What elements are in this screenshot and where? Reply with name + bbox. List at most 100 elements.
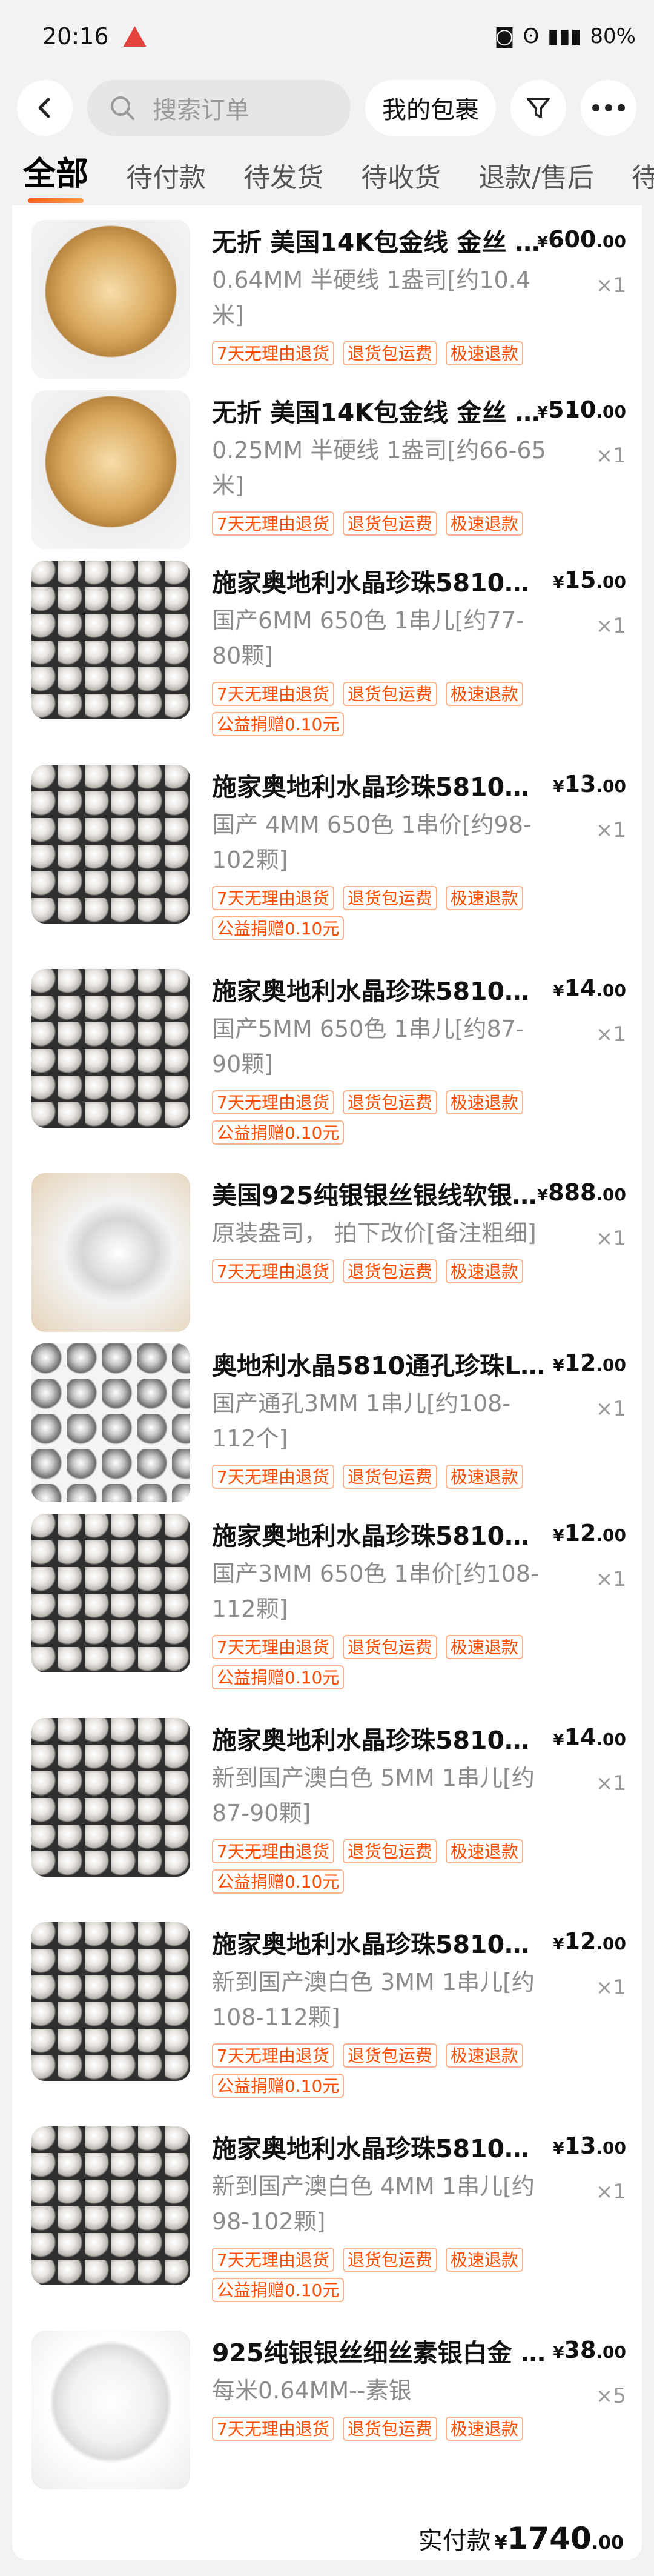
service-tag: 公益捐赠0.10元 (212, 1869, 345, 1894)
product-title[interactable]: 施家奥地利水晶珍珠5810通孔珍珠 (212, 567, 551, 599)
service-tags: 7天无理由退货 退货包运费 极速退款 (212, 1259, 551, 1283)
product-quantity: ×1 (595, 273, 626, 298)
service-tag: 极速退款 (445, 682, 523, 706)
service-tag: 极速退款 (445, 511, 523, 536)
search-input[interactable]: 搜索订单 (87, 79, 351, 136)
product-title[interactable]: 奥地利水晶5810通孔珍珠Light Grey (212, 1350, 551, 1382)
search-placeholder: 搜索订单 (153, 96, 249, 124)
service-tag: 退货包运费 (342, 2417, 437, 2441)
service-tag: 极速退款 (445, 341, 523, 365)
service-tag: 7天无理由退货 (212, 2248, 334, 2272)
product-info: 925纯银银丝细丝素银白金 项链 每米0.64MM--素银 7天无理由退货 退货包运费… (212, 2323, 551, 2494)
product-image[interactable] (31, 1343, 190, 1502)
order-item[interactable]: 施家奥地利水晶珍珠5810通孔珍珠新到国产澳白色 4MM 1串儿[约98-102… (12, 2119, 642, 2323)
order-item[interactable]: 施家奥地利水晶珍珠5810通孔珍珠国产6MM 650色 1串儿[约77-80颗]… (12, 553, 642, 757)
product-price: ¥600.00 (537, 226, 626, 253)
product-info: 施家奥地利水晶珍珠5810通孔珍珠国产3MM 650色 1串价[约108-112… (212, 1506, 551, 1711)
product-image[interactable] (31, 2126, 190, 2285)
product-spec: 0.64MM 半硬线 1盎司[约10.4米] (212, 267, 530, 328)
product-title[interactable]: 施家奥地利水晶珍珠5810通孔珍珠 (212, 1724, 551, 1757)
service-tags: 7天无理由退货 退货包运费 极速退款 公益捐赠0.10元 (212, 1090, 551, 1145)
service-tag: 极速退款 (445, 1465, 523, 1489)
product-spec: 0.25MM 半硬线 1盎司[约66-65米] (212, 437, 546, 499)
product-title[interactable]: 无折 美国14K包金线 金丝 绕线 (212, 396, 551, 429)
more-button[interactable] (581, 79, 636, 136)
product-image[interactable] (31, 561, 190, 719)
service-tag: 退货包运费 (342, 341, 437, 365)
product-image[interactable] (31, 1922, 190, 2081)
filter-icon (527, 97, 550, 118)
product-info: 施家奥地利水晶珍珠5810通孔珍珠新到国产澳白色 5MM 1串儿[约87-90颗… (212, 1711, 551, 1915)
product-quantity: ×1 (595, 1022, 626, 1047)
product-title[interactable]: 施家奥地利水晶珍珠5810通孔珍珠 (212, 975, 551, 1008)
order-item[interactable]: 施家奥地利水晶珍珠5810通孔珍珠新到国产澳白色 3MM 1串儿[约108-11… (12, 1915, 642, 2119)
total-label: 实付款 (418, 2527, 491, 2555)
order-item[interactable]: 施家奥地利水晶珍珠5810通孔珍珠国产5MM 650色 1串儿[约87-90颗]… (12, 962, 642, 1166)
warning-icon (123, 26, 147, 47)
service-tag: 极速退款 (445, 1090, 523, 1114)
product-image[interactable] (31, 2331, 190, 2489)
price-block: ¥510.00 ×1 (537, 396, 626, 468)
product-image[interactable] (31, 1173, 190, 1332)
tab-pending-shipment[interactable]: 待发货 (243, 156, 323, 205)
price-block: ¥14.00 ×1 (553, 1724, 626, 1796)
price-block: ¥15.00 ×1 (553, 567, 626, 638)
product-image[interactable] (31, 1718, 190, 1877)
product-spec: 原装盎司， 拍下改价[备注粗细] (212, 1220, 537, 1246)
service-tags: 7天无理由退货 退货包运费 极速退款 公益捐赠0.10元 (212, 682, 551, 736)
product-title[interactable]: 施家奥地利水晶珍珠5810通孔珍珠 (212, 771, 551, 804)
product-info: 施家奥地利水晶珍珠5810通孔珍珠新到国产澳白色 4MM 1串儿[约98-102… (212, 2119, 551, 2323)
order-item[interactable]: 施家奥地利水晶珍珠5810通孔珍珠国产3MM 650色 1串价[约108-112… (12, 1506, 642, 1711)
product-image[interactable] (31, 969, 190, 1128)
product-quantity: ×1 (595, 1771, 626, 1796)
product-image[interactable] (31, 765, 190, 924)
product-image[interactable] (31, 390, 190, 549)
nfc-icon: ◙ (494, 24, 515, 48)
tab-refund[interactable]: 退款/售后 (478, 156, 594, 205)
service-tag: 7天无理由退货 (212, 682, 334, 706)
order-item[interactable]: 无折 美国14K包金线 金丝 绕线 0.64MM 半硬线 1盎司[约10.4米] 7… (12, 213, 642, 383)
order-card: 无折 美国14K包金线 金丝 绕线 0.64MM 半硬线 1盎司[约10.4米] 7… (12, 205, 642, 2560)
price-block: ¥13.00 ×1 (553, 771, 626, 842)
product-title[interactable]: 施家奥地利水晶珍珠5810通孔珍珠 (212, 1928, 551, 1961)
product-info: 美国925纯银银丝银线软银丝绕线原装盎司， 拍下改价[备注粗细] 7天无理由退货退… (212, 1166, 551, 1336)
tab-more[interactable]: 待 (632, 156, 654, 205)
product-info: 施家奥地利水晶珍珠5810通孔珍珠新到国产澳白色 3MM 1串儿[约108-11… (212, 1915, 551, 2119)
order-item[interactable]: 无折 美国14K包金线 金丝 绕线 0.25MM 半硬线 1盎司[约66-65米]… (12, 383, 642, 553)
order-item[interactable]: 奥地利水晶5810通孔珍珠Light Grey 国产通孔3MM 1串儿[约108-… (12, 1336, 642, 1506)
product-info: 奥地利水晶5810通孔珍珠Light Grey 国产通孔3MM 1串儿[约108-… (212, 1336, 551, 1506)
order-item[interactable]: 925纯银银丝细丝素银白金 项链 每米0.64MM--素银 7天无理由退货 退货包运费… (12, 2323, 642, 2494)
service-tag: 7天无理由退货 (212, 511, 334, 536)
tab-pending-receipt[interactable]: 待收货 (361, 156, 441, 205)
filter-button[interactable] (510, 79, 566, 136)
product-image[interactable] (31, 220, 190, 379)
product-spec: 新到国产澳白色 4MM 1串儿[约98-102颗] (212, 2173, 535, 2235)
price-block: ¥12.00 ×1 (553, 1928, 626, 2000)
tab-all[interactable]: 全部 (23, 147, 88, 205)
order-item[interactable]: 施家奥地利水晶珍珠5810通孔珍珠新到国产澳白色 5MM 1串儿[约87-90颗… (12, 1711, 642, 1915)
service-tag: 7天无理由退货 (212, 1635, 334, 1659)
service-tag: 退货包运费 (342, 511, 437, 536)
product-spec: 国产 4MM 650色 1串价[约98-102颗] (212, 811, 532, 873)
service-tag: 退货包运费 (342, 1635, 437, 1659)
service-tags: 7天无理由退货 退货包运费 极速退款 公益捐赠0.10元 (212, 2248, 551, 2302)
back-button[interactable] (17, 79, 73, 136)
top-bar: 搜索订单 我的包裹 (0, 73, 654, 142)
product-image[interactable] (31, 1514, 190, 1672)
product-title[interactable]: 施家奥地利水晶珍珠5810通孔珍珠 (212, 1520, 551, 1553)
my-package-button[interactable]: 我的包裹 (365, 79, 496, 136)
product-title[interactable]: 美国925纯银银丝银线软银丝绕线 (212, 1179, 551, 1212)
order-item[interactable]: 施家奥地利水晶珍珠5810通孔珍珠国产 4MM 650色 1串价[约98-102… (12, 757, 642, 962)
tab-pending-payment[interactable]: 待付款 (126, 156, 206, 205)
total-payment: 实付款 ¥1740.00 (418, 2521, 624, 2556)
service-tag: 退货包运费 (342, 1090, 437, 1114)
product-title[interactable]: 925纯银银丝细丝素银白金 项链 (212, 2337, 551, 2369)
order-item[interactable]: 美国925纯银银丝银线软银丝绕线原装盎司， 拍下改价[备注粗细] 7天无理由退货退… (12, 1166, 642, 1336)
product-title[interactable]: 施家奥地利水晶珍珠5810通孔珍珠 (212, 2132, 551, 2165)
signal-icon: ▮▮▮ (547, 24, 582, 48)
service-tags: 7天无理由退货 退货包运费 极速退款 公益捐赠0.10元 (212, 1635, 551, 1689)
search-icon (111, 96, 134, 120)
product-title[interactable]: 无折 美国14K包金线 金丝 绕线 (212, 226, 551, 259)
service-tag: 公益捐赠0.10元 (212, 2278, 345, 2302)
bluetooth-icon: ʘ (523, 24, 540, 48)
